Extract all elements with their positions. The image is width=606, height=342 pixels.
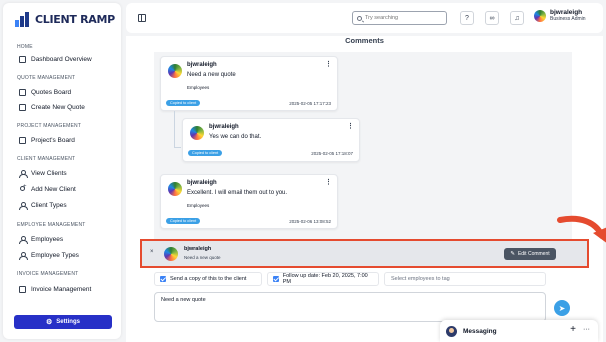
box-icon [19,286,26,293]
comment-timestamp: 2025-02-05 17:17:23 [289,101,331,106]
reply-connector [174,111,175,147]
nav-section-client-management: CLIENT MANAGEMENT [17,156,76,162]
comment-text: Need a new quote [187,72,236,78]
comment-timestamp: 2025-02-05 17:18:07 [311,151,353,156]
comment-timestamp: 2025-02-06 13:08:52 [289,219,331,224]
user-menu[interactable]: bjwraleigh Business Admin [534,9,586,22]
editing-comment-author: bjwraleigh [184,246,212,252]
tag-employees-select[interactable]: Select employees to tag [384,272,546,286]
comment-card[interactable]: bjwraleigh Need a new quote Employees ⋮ … [160,56,338,111]
user-icon [19,236,28,244]
comment-text: Yes we can do that. [209,134,262,140]
more-options-icon[interactable]: ··· [583,326,590,333]
more-options-icon[interactable]: ⋮ [347,122,354,130]
search-box[interactable] [352,11,447,25]
send-copy-checkbox[interactable]: Send a copy of this to the client [154,272,262,286]
search-input[interactable] [365,15,445,21]
nav-section-employee-management: EMPLOYEE MANAGEMENT [17,222,86,228]
comment-text: Excellent. I will email them out to you. [187,190,288,196]
box-icon [19,137,26,144]
avatar [168,182,182,196]
comment-author: bjwraleigh [187,180,217,186]
status-badge: Copied to client [188,150,223,156]
sidebar-item-view-clients[interactable]: View Clients [19,170,67,178]
link-icon[interactable]: ∞ [485,11,499,25]
sidebar-item-dashboard-overview[interactable]: Dashboard Overview [19,56,92,63]
add-user-icon [19,184,27,193]
user-name: bjwraleigh [550,9,583,16]
more-options-icon[interactable]: ⋮ [325,178,332,186]
avatar [164,247,178,261]
nav-section-quote-management: QUOTE MANAGEMENT [17,75,76,81]
user-icon [19,252,28,260]
close-icon[interactable]: × [150,249,154,255]
checkbox-checked-icon[interactable] [160,276,166,282]
top-header: ? ∞ ♫ bjwraleigh Business Admin [126,3,603,33]
sidebar-item-client-types[interactable]: Client Types [19,202,67,210]
logo-text: CLIENT RAMP [35,12,115,26]
annotation-arrow-icon [557,215,606,243]
comment-audience: Employees [187,203,210,208]
send-button[interactable]: ➤ [554,300,570,316]
edit-comment-button[interactable]: ✎ Edit Comment [504,248,556,260]
status-badge: Copied to client [166,100,201,106]
comments-thread[interactable]: bjwraleigh Need a new quote Employees ⋮ … [154,52,572,242]
logo-mark-icon [15,11,33,27]
status-badge: Copied to client [166,218,201,224]
messaging-widget[interactable]: Messaging + ··· [440,320,598,342]
comment-audience: Employees [187,85,210,90]
checkbox-checked-icon[interactable] [273,276,279,282]
sidebar-item-invoice-management[interactable]: Invoice Management [19,286,91,293]
messaging-label: Messaging [463,327,497,335]
user-icon [19,202,28,210]
sidebar-item-projects-board[interactable]: Project's Board [19,137,75,144]
main-content: Comments bjwraleigh Need a new quote Emp… [126,36,606,342]
avatar [190,126,204,140]
nav-section-invoice-management: INVOICE MANAGEMENT [17,271,79,277]
new-message-icon[interactable]: + [570,324,576,335]
user-icon [19,170,28,178]
logo[interactable]: CLIENT RAMP [15,11,115,27]
reply-connector [174,147,181,148]
search-icon [357,15,362,21]
nav-section-project-management: PROJECT MANAGEMENT [17,123,82,129]
follow-up-date-checkbox[interactable]: Follow up date: Feb 20, 2025, 7:00 PM [267,272,379,286]
box-icon [19,104,26,111]
nav-section-home: HOME [17,44,33,50]
help-icon[interactable]: ? [460,11,474,25]
editing-comment-bar: × bjwraleigh Need a new quote ✎ Edit Com… [140,239,589,268]
bell-icon[interactable]: ♫ [510,11,524,25]
sidebar-item-create-new-quote[interactable]: Create New Quote [19,104,85,111]
sidebar: CLIENT RAMP HOME Dashboard Overview QUOT… [3,3,121,339]
reply-card[interactable]: bjwraleigh Yes we can do that. ⋮ Copied … [182,118,360,162]
comment-author: bjwraleigh [187,62,217,68]
editing-comment-text: Need a new quote [184,255,221,260]
box-icon [19,89,26,96]
comment-author: bjwraleigh [209,124,239,130]
avatar [534,9,546,22]
sidebar-item-employees[interactable]: Employees [19,236,63,244]
gear-icon: ⚙ [46,319,53,326]
comment-card[interactable]: bjwraleigh Excellent. I will email them … [160,174,338,229]
more-options-icon[interactable]: ⋮ [325,60,332,68]
sidebar-item-add-new-client[interactable]: Add New Client [19,184,76,193]
send-icon: ➤ [558,303,566,313]
page-title: Comments [345,36,384,45]
avatar [168,64,182,78]
sidebar-item-quotes-board[interactable]: Quotes Board [19,89,71,96]
comment-input[interactable]: Need a new quote [154,292,546,322]
box-icon [19,56,26,63]
sidebar-toggle-icon[interactable] [138,14,146,22]
sidebar-item-employee-types[interactable]: Employee Types [19,252,79,260]
settings-button[interactable]: ⚙ Settings [14,315,112,329]
avatar [446,325,457,337]
pencil-icon: ✎ [510,251,515,257]
user-role: Business Admin [550,16,586,22]
